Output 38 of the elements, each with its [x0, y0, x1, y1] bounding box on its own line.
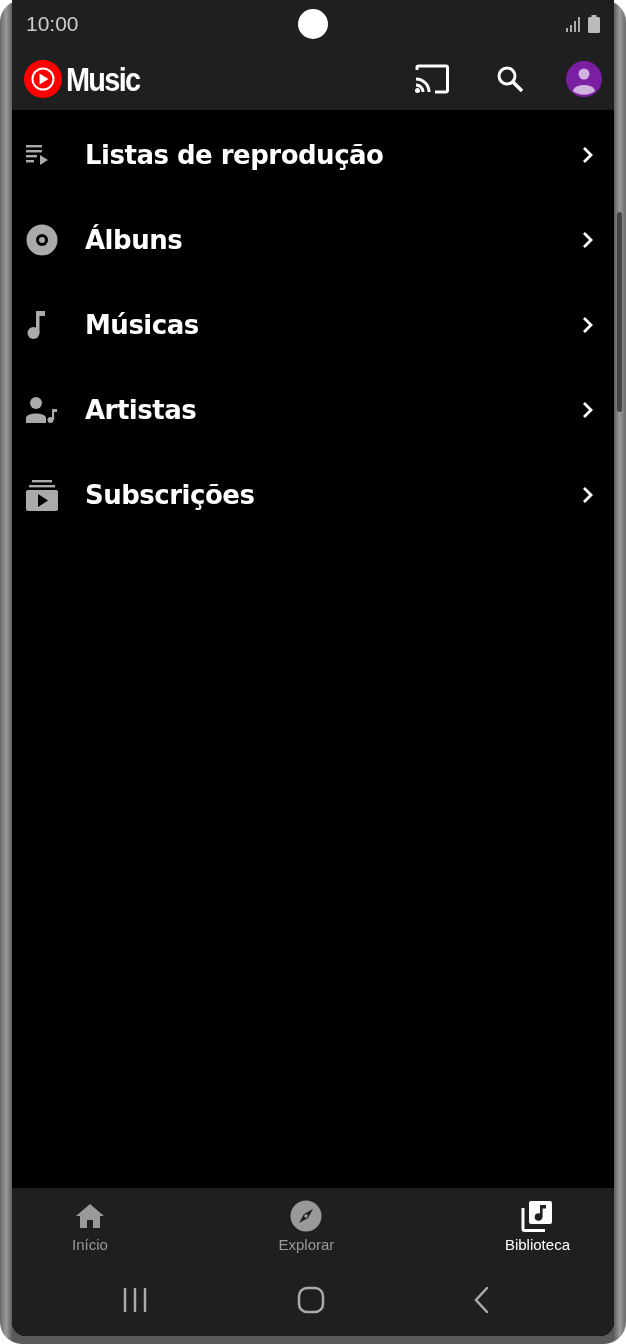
- chevron-icon: [582, 145, 594, 164]
- battery-icon: [588, 15, 600, 33]
- music-library-icon: [521, 1200, 554, 1232]
- library-item[interactable]: Subscrições: [12, 452, 614, 537]
- item-label: Artistas: [85, 394, 198, 425]
- camera-hole: [298, 9, 328, 39]
- item-label: Subscrições: [85, 479, 256, 510]
- back-icon[interactable]: [473, 1286, 489, 1314]
- cast-icon[interactable]: [414, 64, 450, 94]
- person-music-icon: [26, 396, 58, 423]
- nav-tab[interactable]: Início: [72, 1188, 108, 1272]
- item-label: Listas de reprodução: [85, 139, 385, 170]
- chevron-icon: [582, 230, 594, 249]
- nav-tab[interactable]: Biblioteca: [504, 1188, 570, 1272]
- subscriptions-icon: [26, 478, 58, 511]
- home-icon[interactable]: [296, 1286, 325, 1314]
- library-item[interactable]: Artistas: [12, 367, 614, 452]
- status-time: 10:00: [26, 12, 79, 36]
- recent-apps-icon[interactable]: [122, 1287, 148, 1313]
- search-icon[interactable]: [496, 65, 524, 93]
- library-item[interactable]: Músicas: [12, 282, 614, 367]
- logo-icon: [24, 60, 62, 98]
- nav-tab[interactable]: Explorar: [278, 1188, 335, 1272]
- library-item[interactable]: Álbuns: [12, 197, 614, 282]
- chevron-icon: [582, 485, 594, 504]
- signal-icon: [566, 16, 582, 32]
- item-label: Álbuns: [85, 224, 184, 255]
- disc-icon: [26, 223, 58, 256]
- avatar[interactable]: [566, 61, 602, 97]
- app-title: Music: [66, 59, 140, 99]
- playlist-icon: [26, 143, 50, 166]
- library-item[interactable]: Listas de reprodução: [12, 112, 614, 197]
- item-label: Músicas: [85, 309, 200, 340]
- home-icon: [74, 1203, 105, 1229]
- music-note-icon: [26, 309, 46, 340]
- chevron-icon: [582, 315, 594, 334]
- chevron-icon: [582, 400, 594, 419]
- compass-icon: [290, 1200, 323, 1232]
